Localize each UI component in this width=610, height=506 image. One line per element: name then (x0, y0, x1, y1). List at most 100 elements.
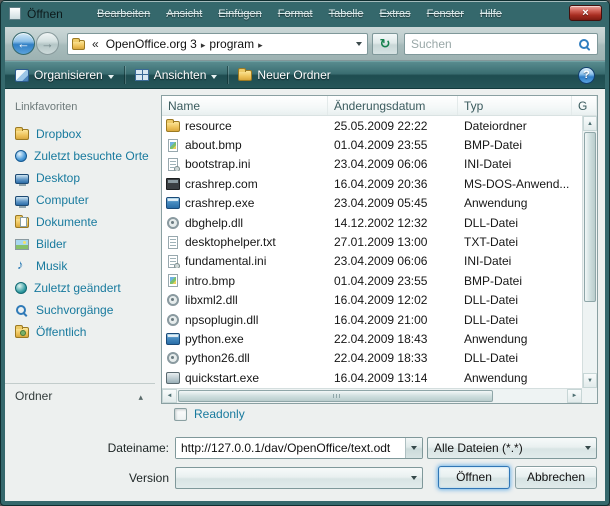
vertical-scroll-thumb[interactable] (584, 132, 596, 302)
sidebar-item[interactable]: Zuletzt geändert (5, 277, 157, 299)
file-icon (166, 333, 180, 345)
close-button[interactable]: × (569, 5, 602, 21)
column-header-type[interactable]: Typ (458, 96, 572, 115)
version-combo[interactable] (175, 467, 423, 489)
sidebar-item[interactable]: Dokumente (5, 211, 157, 233)
scroll-up-icon[interactable] (583, 116, 597, 131)
file-icon (167, 294, 179, 306)
sidebar-item[interactable]: Bilder (5, 233, 157, 255)
sidebar-item-icon (15, 129, 29, 140)
sidebar-item[interactable]: Dropbox (5, 123, 157, 145)
help-button[interactable]: ? (578, 67, 595, 84)
file-row[interactable]: crashrep.exe 23.04.2009 05:45 Anwendung (162, 194, 597, 213)
file-row[interactable]: dbghelp.dll 14.12.2002 12:32 DLL-Datei (162, 213, 597, 232)
views-button[interactable]: Ansichten (125, 62, 228, 88)
file-row[interactable]: python26.dll 22.04.2009 18:33 DLL-Datei (162, 349, 597, 368)
sidebar-item-icon (15, 282, 27, 294)
file-date: 22.04.2009 18:33 (328, 351, 458, 365)
file-icon (167, 217, 179, 229)
file-name: fundamental.ini (185, 254, 266, 268)
file-row[interactable]: npsoplugin.dll 16.04.2009 21:00 DLL-Date… (162, 310, 597, 329)
views-icon (135, 69, 149, 81)
sidebar-item[interactable]: Desktop (5, 167, 157, 189)
cancel-button[interactable]: Abbrechen (515, 466, 597, 489)
file-row[interactable]: desktophelper.txt 27.01.2009 13:00 TXT-D… (162, 232, 597, 251)
back-button[interactable] (12, 32, 35, 55)
file-row[interactable]: libxml2.dll 16.04.2009 12:02 DLL-Datei (162, 291, 597, 310)
filename-dropdown-icon[interactable] (405, 438, 422, 458)
file-row[interactable]: intro.bmp 01.04.2009 23:55 BMP-Datei (162, 271, 597, 290)
sidebar-item[interactable]: Öffentlich (5, 321, 157, 343)
file-type: INI-Datei (458, 254, 572, 268)
sidebar-item-icon (15, 239, 29, 250)
file-type: DLL-Datei (458, 216, 572, 230)
horizontal-scroll-thumb[interactable] (178, 390, 493, 402)
readonly-label[interactable]: Readonly (194, 407, 245, 421)
file-icon (168, 274, 178, 287)
column-header-name[interactable]: Name (162, 96, 328, 115)
column-header-date[interactable]: Änderungsdatum (328, 96, 458, 115)
breadcrumb-separator-icon[interactable] (258, 37, 263, 51)
breadcrumb-segment[interactable]: program (205, 37, 258, 51)
scrollbar-corner (582, 388, 597, 403)
sidebar-item[interactable]: Zuletzt besuchte Orte (5, 145, 157, 167)
favorites-header: Linkfavoriten (15, 101, 157, 113)
sidebar-item-label: Öffentlich (36, 325, 86, 339)
chevron-up-icon (138, 389, 143, 403)
filetype-combo[interactable]: Alle Dateien (*.*) (427, 437, 597, 459)
filename-combo (175, 437, 423, 459)
scroll-down-icon[interactable] (583, 373, 597, 388)
file-row[interactable]: fundamental.ini 23.04.2009 06:06 INI-Dat… (162, 252, 597, 271)
file-icon (166, 197, 180, 209)
sidebar-item[interactable]: Suchvorgänge (5, 299, 157, 321)
folders-expander[interactable]: Ordner (5, 383, 155, 403)
refresh-button[interactable] (372, 33, 398, 55)
file-row[interactable]: about.bmp 01.04.2009 23:55 BMP-Datei (162, 135, 597, 154)
address-dropdown-icon[interactable] (351, 34, 367, 54)
file-type: DLL-Datei (458, 293, 572, 307)
file-row[interactable]: quickstart.exe 16.04.2009 13:14 Anwendun… (162, 368, 597, 387)
sidebar-item[interactable]: Musik (5, 255, 157, 277)
file-type: MS-DOS-Anwend... (458, 177, 572, 191)
titlebar[interactable]: Öffnen Bearbeiten Ansicht Einfügen Forma… (1, 1, 609, 27)
forward-button[interactable] (36, 32, 59, 55)
breadcrumb-segment[interactable]: OpenOffice.org 3 (102, 37, 201, 51)
column-header-size[interactable]: G (572, 96, 597, 115)
vertical-scrollbar[interactable] (582, 116, 597, 388)
file-type: Anwendung (458, 332, 572, 346)
file-type: Anwendung (458, 196, 572, 210)
search-icon[interactable] (578, 38, 591, 51)
help-icon: ? (583, 69, 590, 81)
sidebar-item[interactable]: Computer (5, 189, 157, 211)
breadcrumb-overflow-icon[interactable] (89, 37, 102, 51)
file-row[interactable]: bootstrap.ini 23.04.2009 06:06 INI-Datei (162, 155, 597, 174)
search-box (404, 33, 598, 55)
file-icon (168, 255, 178, 268)
open-button[interactable]: Öffnen (438, 466, 510, 489)
folders-label: Ordner (15, 389, 52, 403)
filename-input[interactable] (176, 438, 405, 458)
filetype-dropdown-icon[interactable] (580, 438, 596, 458)
file-icon (166, 178, 180, 190)
file-name: crashrep.exe (185, 196, 254, 210)
readonly-checkbox[interactable] (174, 408, 187, 421)
file-icon (168, 158, 178, 171)
new-folder-button[interactable]: Neuer Ordner (228, 62, 340, 88)
horizontal-scrollbar[interactable] (162, 388, 582, 403)
file-type: BMP-Datei (458, 138, 572, 152)
file-row[interactable]: crashrep.com 16.04.2009 20:36 MS-DOS-Anw… (162, 174, 597, 193)
file-name: python26.dll (185, 351, 250, 365)
file-date: 01.04.2009 23:55 (328, 138, 458, 152)
scroll-right-icon[interactable] (567, 389, 582, 403)
background-menubar: Bearbeiten Ansicht Einfügen Format Tabel… (97, 8, 502, 20)
file-row[interactable]: python.exe 22.04.2009 18:43 Anwendung (162, 329, 597, 348)
address-bar[interactable]: OpenOffice.org 3 program (67, 33, 368, 55)
file-date: 16.04.2009 21:00 (328, 313, 458, 327)
version-dropdown-icon[interactable] (406, 468, 422, 488)
scroll-left-icon[interactable] (162, 389, 177, 403)
background-menu-item: Extras (379, 8, 410, 20)
file-row[interactable]: resource 25.05.2009 22:22 Dateiordner (162, 116, 597, 135)
organize-button[interactable]: Organisieren (5, 62, 124, 88)
file-date: 16.04.2009 12:02 (328, 293, 458, 307)
search-input[interactable] (405, 37, 578, 51)
